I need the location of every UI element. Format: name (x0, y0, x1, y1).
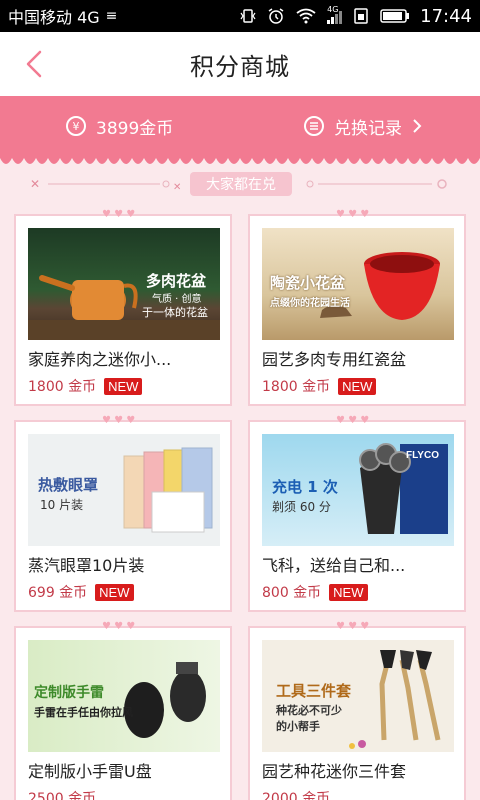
product-name: 定制版小手雷U盘 (28, 762, 152, 781)
points-banner: ¥ 3899金币 兑换记录 (0, 96, 480, 156)
image-brand: FLYCO (406, 450, 439, 461)
image-subline-1: 手雷在手任由你拉风 (34, 706, 133, 719)
product-price: 1800 金币 (262, 379, 331, 395)
image-headline: 陶瓷小花盆 (270, 274, 346, 292)
image-headline: 充电 1 次 (272, 478, 338, 496)
menu-lines-icon: ≡ (105, 8, 118, 24)
product-image: FLYCO 充电 1 次 剃须 60 分 (262, 434, 454, 546)
image-headline: 定制版手雷 (34, 685, 104, 701)
product-name: 园艺种花迷你三件套 (262, 762, 407, 781)
image-headline: 热敷眼罩 (38, 476, 99, 494)
list-icon (304, 116, 324, 136)
product-card[interactable]: ♥ ♥ ♥ FLYCO 充电 1 次 剃须 60 分 飞科，送给自己和... 8… (248, 415, 466, 612)
product-image: 工具三件套 种花必不可少 的小帮手 (262, 640, 454, 752)
image-subline-2: 的小帮手 (276, 720, 320, 733)
product-image: 陶瓷小花盆 点缀你的花园生活 (262, 228, 454, 340)
scallop-border (0, 156, 480, 164)
svg-text:♥ ♥ ♥: ♥ ♥ ♥ (102, 621, 135, 631)
product-name: 家庭养肉之迷你小... (28, 350, 172, 369)
coin-balance: ¥ 3899金币 (66, 114, 173, 139)
product-price: 699 金币 (28, 585, 88, 601)
product-price: 800 金币 (262, 585, 322, 601)
image-subline-1: 剃须 60 分 (272, 500, 331, 514)
status-icons: 4G 17:44 (239, 5, 472, 27)
product-image: 多肉花盆 气质 · 创意 于一体的花盆 (28, 228, 220, 340)
image-headline: 工具三件套 (276, 682, 352, 700)
section-heading: ✕ ✕ 大家都在兑 (0, 170, 480, 200)
image-subline-2: 于一体的花盆 (142, 306, 208, 319)
carrier-label: 中国移动 4G (8, 8, 100, 27)
image-headline: 多肉花盆 (146, 272, 207, 290)
svg-text:♥ ♥ ♥: ♥ ♥ ♥ (336, 415, 369, 425)
svg-text:♥ ♥ ♥: ♥ ♥ ♥ (336, 209, 369, 219)
hearts-icon: ♥ ♥ ♥ (336, 415, 369, 425)
svg-text:✕: ✕ (30, 177, 40, 191)
yen-icon: ¥ (66, 116, 86, 136)
hearts-icon: ♥ ♥ ♥ (336, 209, 369, 219)
section-title: 大家都在兑 (190, 172, 292, 196)
svg-text:♥ ♥ ♥: ♥ ♥ ♥ (336, 621, 369, 631)
alarm-icon (268, 8, 284, 24)
coin-balance-label: 3899金币 (96, 118, 174, 139)
hearts-icon: ♥ ♥ ♥ (102, 415, 135, 425)
network-type-label: 4G (327, 5, 339, 14)
product-card[interactable]: ♥ ♥ ♥ 陶瓷小花盆 点缀你的花园生活 园艺多肉专用红瓷盆 1800 金币 N… (248, 209, 466, 406)
sim-icon (354, 8, 368, 24)
product-price-row: 2500 金币 (28, 788, 96, 800)
carrier-group: 中国移动 4G ≡ (8, 4, 117, 28)
image-subline-1: 气质 · 创意 (152, 294, 202, 305)
svg-text:♥ ♥ ♥: ♥ ♥ ♥ (102, 209, 135, 219)
image-subline-1: 点缀你的花园生活 (270, 298, 350, 309)
product-image: 热敷眼罩 10 片装 (28, 434, 220, 546)
nav-bar: 积分商城 (0, 32, 480, 96)
new-badge: NEW (338, 377, 377, 395)
status-bar: 中国移动 4G ≡ 4G 17:44 (0, 0, 480, 32)
product-card[interactable]: ♥ ♥ ♥ 定制版手雷 手雷在手任由你拉风 定制版小手雷U盘 2500 金币 (14, 621, 232, 800)
product-name: 飞科，送给自己和... (262, 556, 406, 575)
product-price-row: 1800 金币 NEW (28, 376, 143, 396)
new-badge: NEW (95, 583, 134, 601)
product-price-row: 800 金币 NEW (262, 582, 368, 602)
battery-icon (380, 9, 410, 23)
product-card[interactable]: ♥ ♥ ♥ 多肉花盆 气质 · 创意 于一体的花盆 家庭养肉之迷你小... 18… (14, 209, 232, 406)
exchange-record-label: 兑换记录 (334, 118, 402, 139)
product-card[interactable]: ♥ ♥ ♥ 工具三件套 种花必不可少 的小帮手 园艺种花迷你三件套 2000 金… (248, 621, 466, 800)
wifi-icon (296, 8, 316, 24)
product-price: 1800 金币 (28, 379, 97, 395)
clock: 17:44 (420, 5, 472, 27)
new-badge: NEW (104, 377, 143, 395)
hearts-icon: ♥ ♥ ♥ (102, 621, 135, 631)
product-price-row: 2000 金币 (262, 788, 330, 800)
product-name: 蒸汽眼罩10片装 (28, 556, 145, 575)
image-subline-1: 种花必不可少 (276, 704, 342, 717)
svg-text:✕: ✕ (173, 182, 181, 193)
back-button[interactable] (14, 44, 54, 84)
vibrate-icon (240, 9, 256, 23)
svg-text:♥ ♥ ♥: ♥ ♥ ♥ (102, 415, 135, 425)
product-price: 2000 金币 (262, 791, 331, 800)
image-subline-1: 10 片装 (40, 498, 84, 512)
product-price-row: 699 金币 NEW (28, 582, 134, 602)
chevron-right-icon (413, 119, 422, 133)
exchange-record-link[interactable]: 兑换记录 (304, 114, 422, 139)
product-price: 2500 金币 (28, 791, 97, 800)
product-card[interactable]: ♥ ♥ ♥ 热敷眼罩 10 片装 蒸汽眼罩10片装 699 金币 NEW (14, 415, 232, 612)
hearts-icon: ♥ ♥ ♥ (336, 621, 369, 631)
product-image: 定制版手雷 手雷在手任由你拉风 (28, 640, 220, 752)
hearts-icon: ♥ ♥ ♥ (102, 209, 135, 219)
product-name: 园艺多肉专用红瓷盆 (262, 350, 407, 369)
chevron-left-icon (26, 50, 42, 78)
new-badge: NEW (329, 583, 368, 601)
product-price-row: 1800 金币 NEW (262, 376, 377, 396)
page-title: 积分商城 (190, 52, 290, 81)
signal-icon: 4G (327, 5, 343, 24)
